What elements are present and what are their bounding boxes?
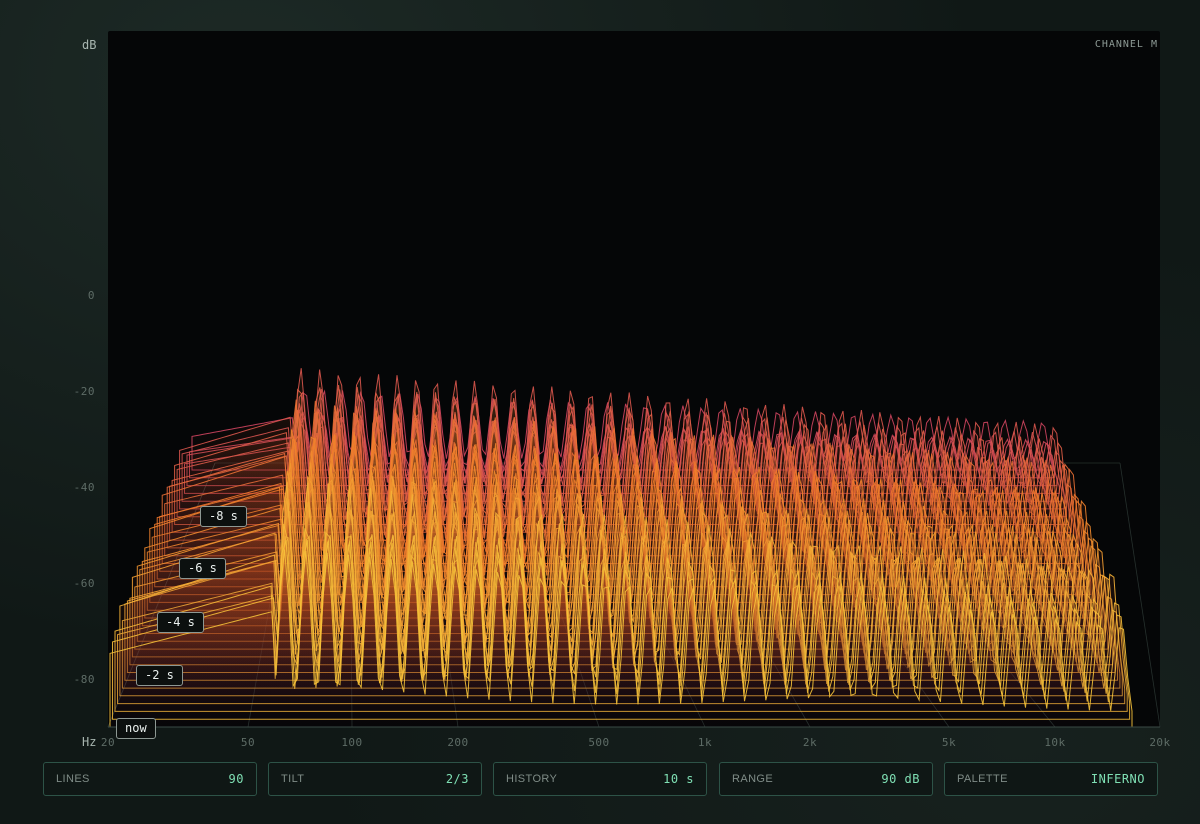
y-tick-label: -80	[73, 673, 95, 686]
palette-control-value: INFERNO	[1090, 772, 1145, 786]
x-unit-label: Hz	[82, 735, 97, 749]
lines-control-label: LINES	[56, 773, 90, 785]
y-unit-label: dB	[82, 38, 97, 52]
waterfall-spectrogram	[107, 368, 1161, 728]
range-control-value: 90 dB	[881, 772, 920, 786]
y-tick-label: -60	[73, 577, 95, 590]
spectrum-lines	[109, 368, 1133, 728]
x-tick-label: 1k	[697, 736, 713, 749]
y-tick-label: -20	[73, 385, 95, 398]
x-tick-label: 2k	[802, 736, 818, 749]
x-tick-label: 20k	[1149, 736, 1171, 749]
x-tick-label: 10k	[1044, 736, 1066, 749]
channel-label: CHANNEL M	[1094, 39, 1158, 50]
time-label-4s: -4 s	[157, 612, 204, 633]
x-tick-label: 200	[447, 736, 469, 749]
time-label-2s: -2 s	[136, 665, 183, 686]
x-tick-label: 20	[100, 736, 116, 749]
time-label-now: now	[116, 718, 156, 739]
y-tick-label: -40	[73, 481, 95, 494]
history-control[interactable]: HISTORY 10 s	[493, 762, 707, 796]
time-label-8s: -8 s	[200, 506, 247, 527]
x-tick-label: 50	[240, 736, 256, 749]
tilt-control-label: TILT	[281, 773, 305, 785]
lines-control-value: 90	[228, 772, 244, 786]
range-control-label: RANGE	[732, 773, 774, 785]
x-tick-label: 100	[341, 736, 363, 749]
time-label-6s: -6 s	[179, 558, 226, 579]
tilt-control-value: 2/3	[445, 772, 469, 786]
range-control[interactable]: RANGE 90 dB	[719, 762, 933, 796]
x-tick-label: 500	[588, 736, 610, 749]
y-tick-label: 0	[87, 289, 95, 302]
x-tick-label: 5k	[941, 736, 957, 749]
history-control-value: 10 s	[663, 772, 694, 786]
tilt-control[interactable]: TILT 2/3	[268, 762, 482, 796]
history-control-label: HISTORY	[506, 773, 558, 785]
palette-control-label: PALETTE	[957, 773, 1008, 785]
palette-control[interactable]: PALETTE INFERNO	[944, 762, 1158, 796]
lines-control[interactable]: LINES 90	[43, 762, 257, 796]
